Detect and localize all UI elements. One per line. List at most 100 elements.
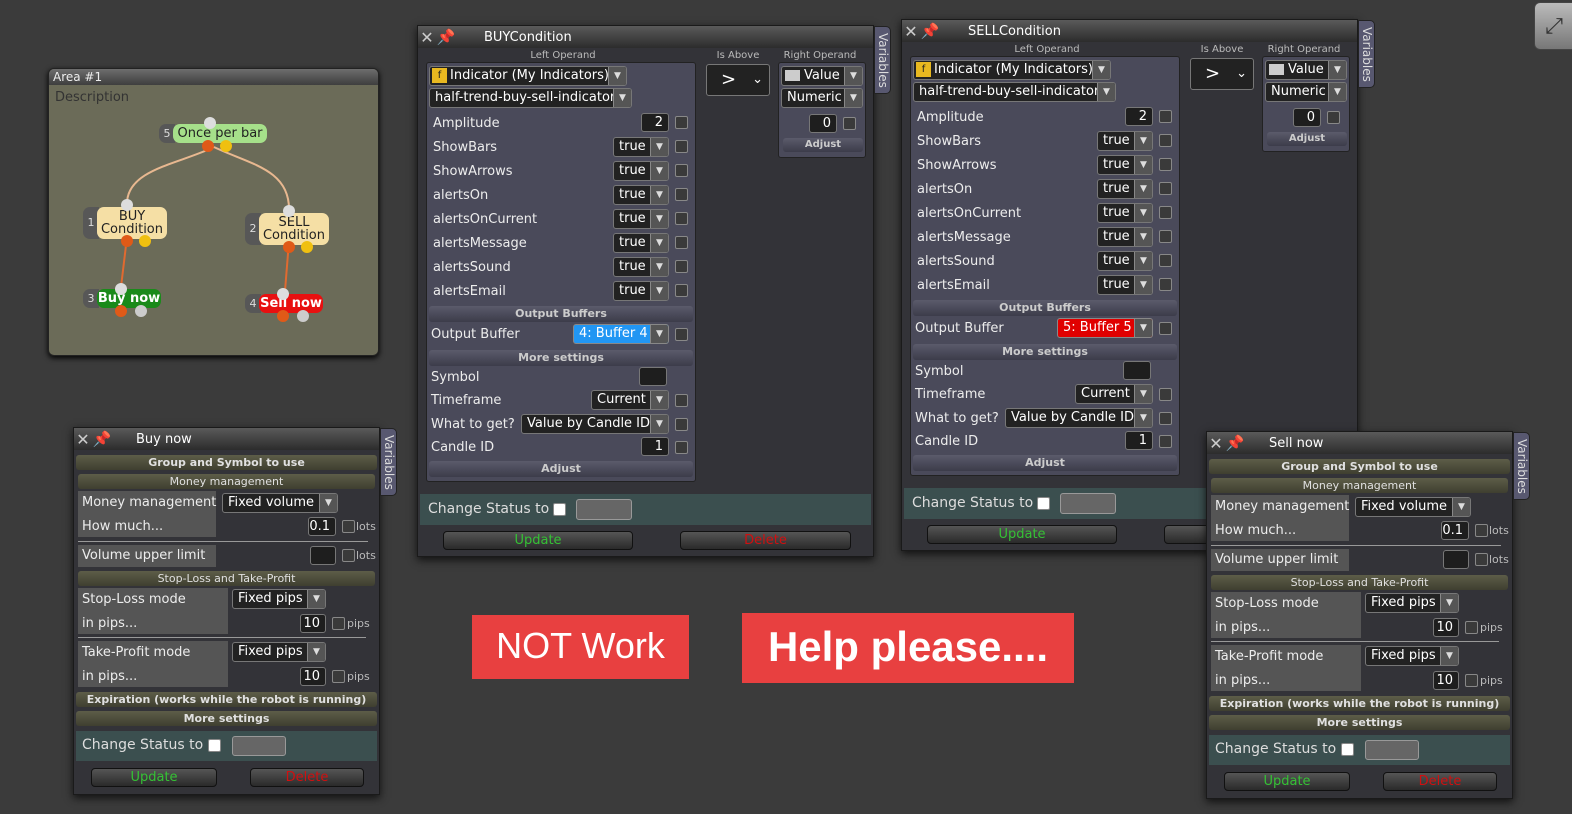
output-buffer-checkbox[interactable]	[675, 328, 688, 341]
param-checkbox[interactable]	[675, 188, 688, 201]
sl-tp-header[interactable]: Stop-Loss and Take-Profit	[78, 571, 375, 586]
param-select[interactable]: true ▼	[1097, 179, 1153, 199]
what-to-get-checkbox[interactable]	[1159, 412, 1172, 425]
sl-pips-input[interactable]: 10	[1433, 618, 1459, 637]
change-status-checkbox[interactable]	[1341, 743, 1354, 756]
close-icon[interactable]: ✕	[418, 28, 436, 47]
how-much-input[interactable]: 0.1	[1441, 521, 1469, 540]
param-checkbox[interactable]	[1159, 158, 1172, 171]
param-select[interactable]: true ▼	[613, 185, 669, 205]
money-management-header[interactable]: Money management	[78, 474, 375, 489]
volume-upper-limit-input[interactable]	[310, 546, 336, 565]
symbol-input[interactable]	[639, 367, 667, 386]
sl-mode-select[interactable]: Fixed pips ▼	[232, 589, 326, 609]
money-management-select[interactable]: Fixed volume ▼	[222, 493, 338, 513]
param-checkbox[interactable]	[675, 284, 688, 297]
adjust-button[interactable]: Adjust	[429, 461, 693, 477]
status-input[interactable]	[1060, 493, 1116, 514]
candle-id-input[interactable]: 1	[641, 437, 669, 456]
title-bar[interactable]: ✕ 📌 Buy now	[74, 428, 379, 450]
more-settings-header[interactable]: More settings	[1209, 715, 1510, 730]
output-buffers-header[interactable]: Output Buffers	[913, 300, 1177, 316]
param-checkbox[interactable]	[1159, 278, 1172, 291]
title-bar[interactable]: ✕ 📌 SELLCondition	[902, 20, 1357, 42]
param-select[interactable]: true ▼	[1097, 131, 1153, 151]
tp-pips-input[interactable]: 10	[1433, 671, 1459, 690]
variables-tab[interactable]: Variables	[1358, 20, 1375, 88]
param-select[interactable]: true ▼	[613, 281, 669, 301]
money-management-header[interactable]: Money management	[1211, 478, 1508, 493]
variables-tab[interactable]: Variables	[380, 428, 397, 496]
output-buffer-checkbox[interactable]	[1159, 322, 1172, 335]
adjust-button[interactable]: Adjust	[913, 455, 1177, 471]
sl-pips-input[interactable]: 10	[300, 614, 326, 633]
param-checkbox[interactable]	[1159, 134, 1172, 147]
indicator-type-select[interactable]: f Indicator (My Indicators) ▼	[913, 60, 1111, 80]
value-type-select[interactable]: Numeric ▼	[1265, 82, 1347, 102]
what-to-get-select[interactable]: Value by Candle ID ▼	[1005, 408, 1153, 428]
param-select[interactable]: true ▼	[613, 161, 669, 181]
delete-button[interactable]: Delete	[680, 531, 851, 550]
param-input[interactable]: 2	[641, 113, 669, 132]
indicator-type-select[interactable]: f Indicator (My Indicators) ▼	[429, 66, 627, 86]
value-checkbox[interactable]	[1327, 111, 1340, 124]
candle-id-checkbox[interactable]	[675, 441, 688, 454]
param-checkbox[interactable]	[675, 236, 688, 249]
change-status-checkbox[interactable]	[553, 503, 566, 516]
indicator-name-select[interactable]: half-trend-buy-sell-indicator ▼	[913, 82, 1116, 102]
more-settings-header[interactable]: More settings	[76, 711, 377, 726]
tp-mode-select[interactable]: Fixed pips ▼	[1365, 646, 1459, 666]
param-checkbox[interactable]	[1159, 182, 1172, 195]
status-input[interactable]	[576, 499, 632, 520]
variables-tab[interactable]: Variables	[1513, 432, 1530, 500]
param-select[interactable]: true ▼	[613, 209, 669, 229]
update-button[interactable]: Update	[1224, 772, 1350, 791]
delete-button[interactable]: Delete	[250, 768, 364, 787]
right-operand-type-select[interactable]: Value ▼	[1265, 60, 1347, 80]
param-select[interactable]: true ▼	[613, 233, 669, 253]
candle-id-input[interactable]: 1	[1125, 431, 1153, 450]
group-symbol-header[interactable]: Group and Symbol to use	[76, 455, 377, 470]
pin-icon[interactable]: 📌	[92, 430, 112, 448]
timeframe-checkbox[interactable]	[1159, 388, 1172, 401]
close-icon[interactable]: ✕	[1207, 434, 1225, 453]
param-select[interactable]: true ▼	[613, 257, 669, 277]
tp-pips-checkbox[interactable]	[332, 670, 345, 683]
value-input[interactable]: 0	[809, 114, 837, 133]
pin-icon[interactable]: 📌	[436, 28, 456, 46]
variables-tab[interactable]: Variables	[874, 26, 891, 94]
how-much-input[interactable]: 0.1	[308, 517, 336, 536]
title-bar[interactable]: ✕ 📌 BUYCondition	[418, 26, 873, 48]
more-settings-header[interactable]: More settings	[429, 350, 693, 366]
volume-upper-limit-checkbox[interactable]	[1475, 553, 1488, 566]
param-checkbox[interactable]	[675, 116, 688, 129]
sl-tp-header[interactable]: Stop-Loss and Take-Profit	[1211, 575, 1508, 590]
output-buffer-select[interactable]: 5: Buffer 5 ▼	[1057, 318, 1153, 338]
output-buffers-header[interactable]: Output Buffers	[429, 306, 693, 322]
tool-icon[interactable]: ⤢	[1534, 2, 1572, 50]
timeframe-checkbox[interactable]	[675, 394, 688, 407]
param-select[interactable]: true ▼	[1097, 275, 1153, 295]
volume-upper-limit-input[interactable]	[1443, 550, 1469, 569]
param-input[interactable]: 2	[1125, 107, 1153, 126]
param-select[interactable]: true ▼	[1097, 227, 1153, 247]
how-much-checkbox[interactable]	[1475, 524, 1488, 537]
param-checkbox[interactable]	[675, 164, 688, 177]
what-to-get-checkbox[interactable]	[675, 418, 688, 431]
operator-select[interactable]: > ⌄	[706, 64, 770, 96]
close-icon[interactable]: ✕	[74, 430, 92, 449]
money-management-select[interactable]: Fixed volume ▼	[1355, 497, 1471, 517]
sl-pips-checkbox[interactable]	[1465, 621, 1478, 634]
symbol-input[interactable]	[1123, 361, 1151, 380]
tp-pips-checkbox[interactable]	[1465, 674, 1478, 687]
param-checkbox[interactable]	[1159, 254, 1172, 267]
status-input[interactable]	[1365, 740, 1419, 760]
adjust-button[interactable]: Adjust	[1267, 132, 1347, 146]
pin-icon[interactable]: 📌	[1225, 434, 1245, 452]
volume-upper-limit-checkbox[interactable]	[342, 549, 355, 562]
adjust-button[interactable]: Adjust	[783, 138, 863, 152]
sl-pips-checkbox[interactable]	[332, 617, 345, 630]
tp-pips-input[interactable]: 10	[300, 667, 326, 686]
param-checkbox[interactable]	[675, 212, 688, 225]
timeframe-select[interactable]: Current ▼	[1075, 384, 1153, 404]
